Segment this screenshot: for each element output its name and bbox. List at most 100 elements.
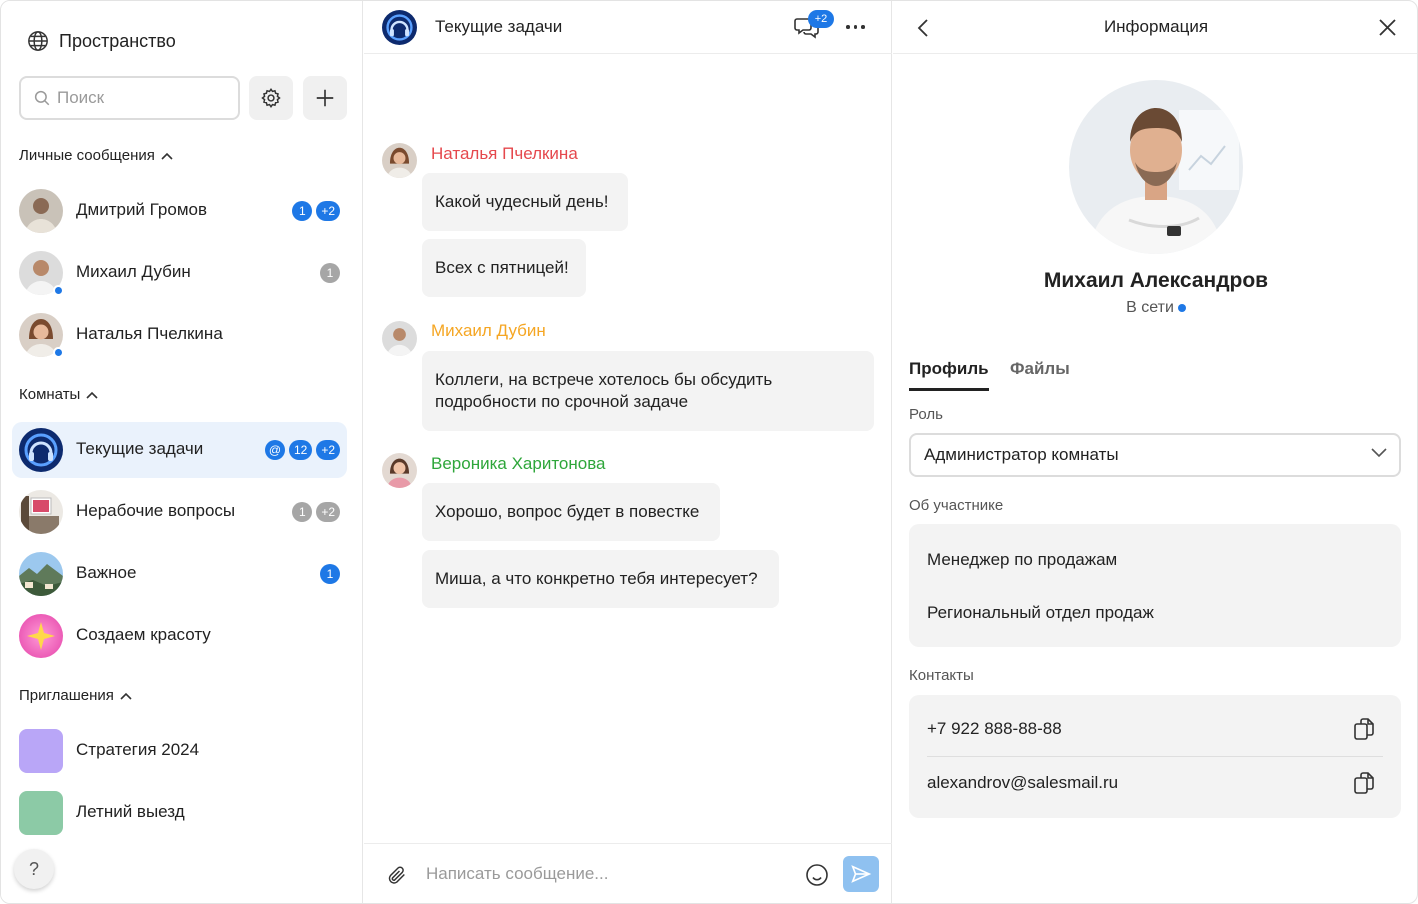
unread-badges: 1 [320,564,340,584]
message-author[interactable]: Вероника Харитонова [431,454,606,474]
message-bubble[interactable]: Коллеги, на встрече хотелось бы обсудить… [422,351,874,431]
about-label: Об участнике [909,497,1004,514]
plus-icon [316,89,334,107]
message-text: Коллеги, на встрече хотелось бы обсудить… [435,370,773,411]
space-title: Пространство [59,30,176,51]
message-avatar[interactable] [382,143,417,178]
info-panel: Информация Михаил Александров В сети Про… [893,1,1417,903]
avatar [19,729,63,773]
message-text: Всех с пятницей! [435,258,569,277]
about-card: Менеджер по продажам Региональный отдел … [909,524,1401,647]
profile-name: Михаил Александров [1043,269,1269,292]
online-indicator [53,285,64,296]
copy-icon[interactable] [1353,717,1375,741]
message-bubble[interactable]: Хорошо, вопрос будет в повестке [422,483,720,541]
contact-phone[interactable]: +7 922 888-88-88 [927,719,1062,739]
room-avatar[interactable] [382,10,417,45]
unread-badges: 1 +2 [292,201,340,221]
section-rooms-label: Комнаты [19,386,81,403]
chevron-up-icon [120,692,132,700]
section-personal-messages[interactable]: Личные сообщения [19,147,173,164]
copy-icon[interactable] [1353,771,1375,795]
status-text: В сети [1126,299,1174,316]
contacts-label: Контакты [909,667,974,684]
message-input[interactable]: Написать сообщение... [426,864,608,884]
divider [927,756,1383,757]
message-author[interactable]: Наталья Пчелкина [431,144,578,164]
unread-badges: @ 12 +2 [264,440,340,460]
settings-button[interactable] [249,76,293,120]
search-icon [34,90,50,106]
unread-count-badge: 1 [292,502,313,522]
message-text: Миша, а что конкретно тебя интересует? [435,569,758,588]
invitation-item-strategy-2024[interactable]: Стратегия 2024 [12,723,347,779]
about-position: Менеджер по продажам [927,550,1118,569]
contact-email[interactable]: alexandrov@salesmail.ru [927,773,1118,793]
message-avatar[interactable] [382,453,417,488]
section-rooms[interactable]: Комнаты [19,386,98,403]
chat-item-dmitry-gromov[interactable]: Дмитрий Громов 1 +2 [12,183,347,239]
send-button[interactable] [843,856,879,892]
unread-count-badge: 12 [288,440,313,460]
chat-name: Стратегия 2024 [76,740,200,759]
room-item-current-tasks[interactable]: Текущие задачи @ 12 +2 [12,422,347,478]
close-icon[interactable] [1379,19,1396,36]
paperclip-icon[interactable] [386,863,408,887]
chat-name: Важное [76,563,137,582]
section-invitations-label: Приглашения [19,687,114,704]
role-select[interactable]: Администратор комнаты [909,433,1401,477]
chat-name: Летний выезд [76,802,185,821]
avatar [19,614,63,658]
add-button[interactable] [303,76,347,120]
unread-badges: 1 +2 [292,502,340,522]
online-indicator [1177,303,1186,312]
invitation-item-summer-trip[interactable]: Летний выезд [12,785,347,841]
chat-item-natalia-pchelkina[interactable]: Наталья Пчелкина [12,307,347,363]
message-text: Какой чудесный день! [435,192,609,211]
message-bubble[interactable]: Всех с пятницей! [422,239,586,297]
tab-files[interactable]: Файлы [1010,359,1070,379]
room-item-important[interactable]: Важное 1 [12,546,347,602]
section-invitations[interactable]: Приглашения [19,687,132,704]
more-options-icon[interactable] [846,25,865,29]
chat-title[interactable]: Текущие задачи [435,17,562,37]
chevron-down-icon [1371,448,1387,458]
help-button[interactable]: ? [14,849,54,889]
threads-count-badge: +2 [808,10,834,28]
search-placeholder: Поиск [57,88,105,107]
message-avatar[interactable] [382,321,417,356]
chat-name: Дмитрий Громов [76,200,207,219]
chat-panel: Текущие задачи +2 Наталья Пчелкина Какой… [364,1,892,903]
tab-profile[interactable]: Профиль [909,359,989,379]
space-header[interactable]: Пространство [27,29,176,53]
chat-item-mikhail-dubin[interactable]: Михаил Дубин 1 [12,245,347,301]
room-item-creating-beauty[interactable]: Создаем красоту [12,608,347,664]
globe-icon [28,31,48,51]
thread-count-badge: +2 [316,502,340,522]
message-text: Хорошо, вопрос будет в повестке [435,502,700,521]
thread-count-badge: +2 [316,201,340,221]
avatar [19,189,63,233]
message-author[interactable]: Михаил Дубин [431,321,546,341]
online-indicator [53,347,64,358]
profile-status: В сети [893,299,1417,317]
chat-name: Михаил Дубин [76,262,191,281]
unread-badges: 1 [320,263,340,283]
room-item-non-work[interactable]: Нерабочие вопросы 1 +2 [12,484,347,540]
section-personal-label: Личные сообщения [19,147,155,164]
sidebar: Пространство Поиск Личные сообщения Дмит… [1,1,363,903]
search-input[interactable]: Поиск [19,76,240,120]
message-bubble[interactable]: Миша, а что конкретно тебя интересует? [422,550,779,608]
chat-header: Текущие задачи +2 [364,1,892,54]
message-composer: Написать сообщение... [364,843,892,903]
role-label: Роль [909,406,943,423]
role-value: Администратор комнаты [924,445,1119,464]
about-department: Региональный отдел продаж [927,603,1154,622]
chat-name: Наталья Пчелкина [76,324,223,343]
message-bubble[interactable]: Какой чудесный день! [422,173,628,231]
active-tab-indicator [909,388,989,391]
gear-icon [261,88,281,108]
emoji-icon[interactable] [805,863,829,887]
avatar [19,791,63,835]
unread-count-badge: 1 [320,263,340,283]
